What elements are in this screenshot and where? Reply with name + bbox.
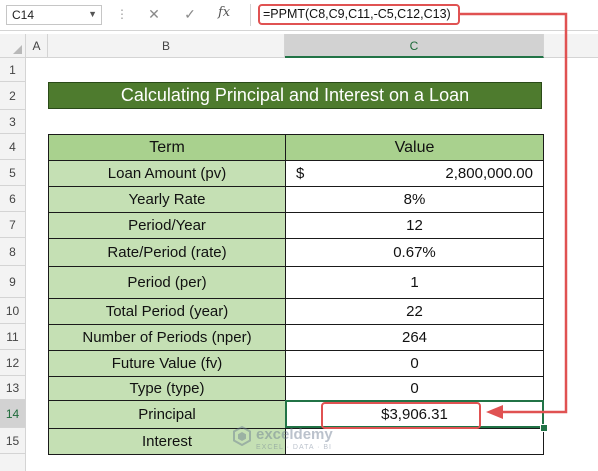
watermark: exceldemy EXCEL · DATA · BI [232, 424, 372, 458]
arrow-head-icon [486, 405, 503, 419]
arrow-line [460, 12, 568, 414]
watermark-name: exceldemy [256, 426, 333, 443]
annotation-arrow [460, 12, 568, 419]
watermark-tagline: EXCEL · DATA · BI [256, 444, 332, 451]
exceldemy-logo-icon [233, 426, 251, 446]
